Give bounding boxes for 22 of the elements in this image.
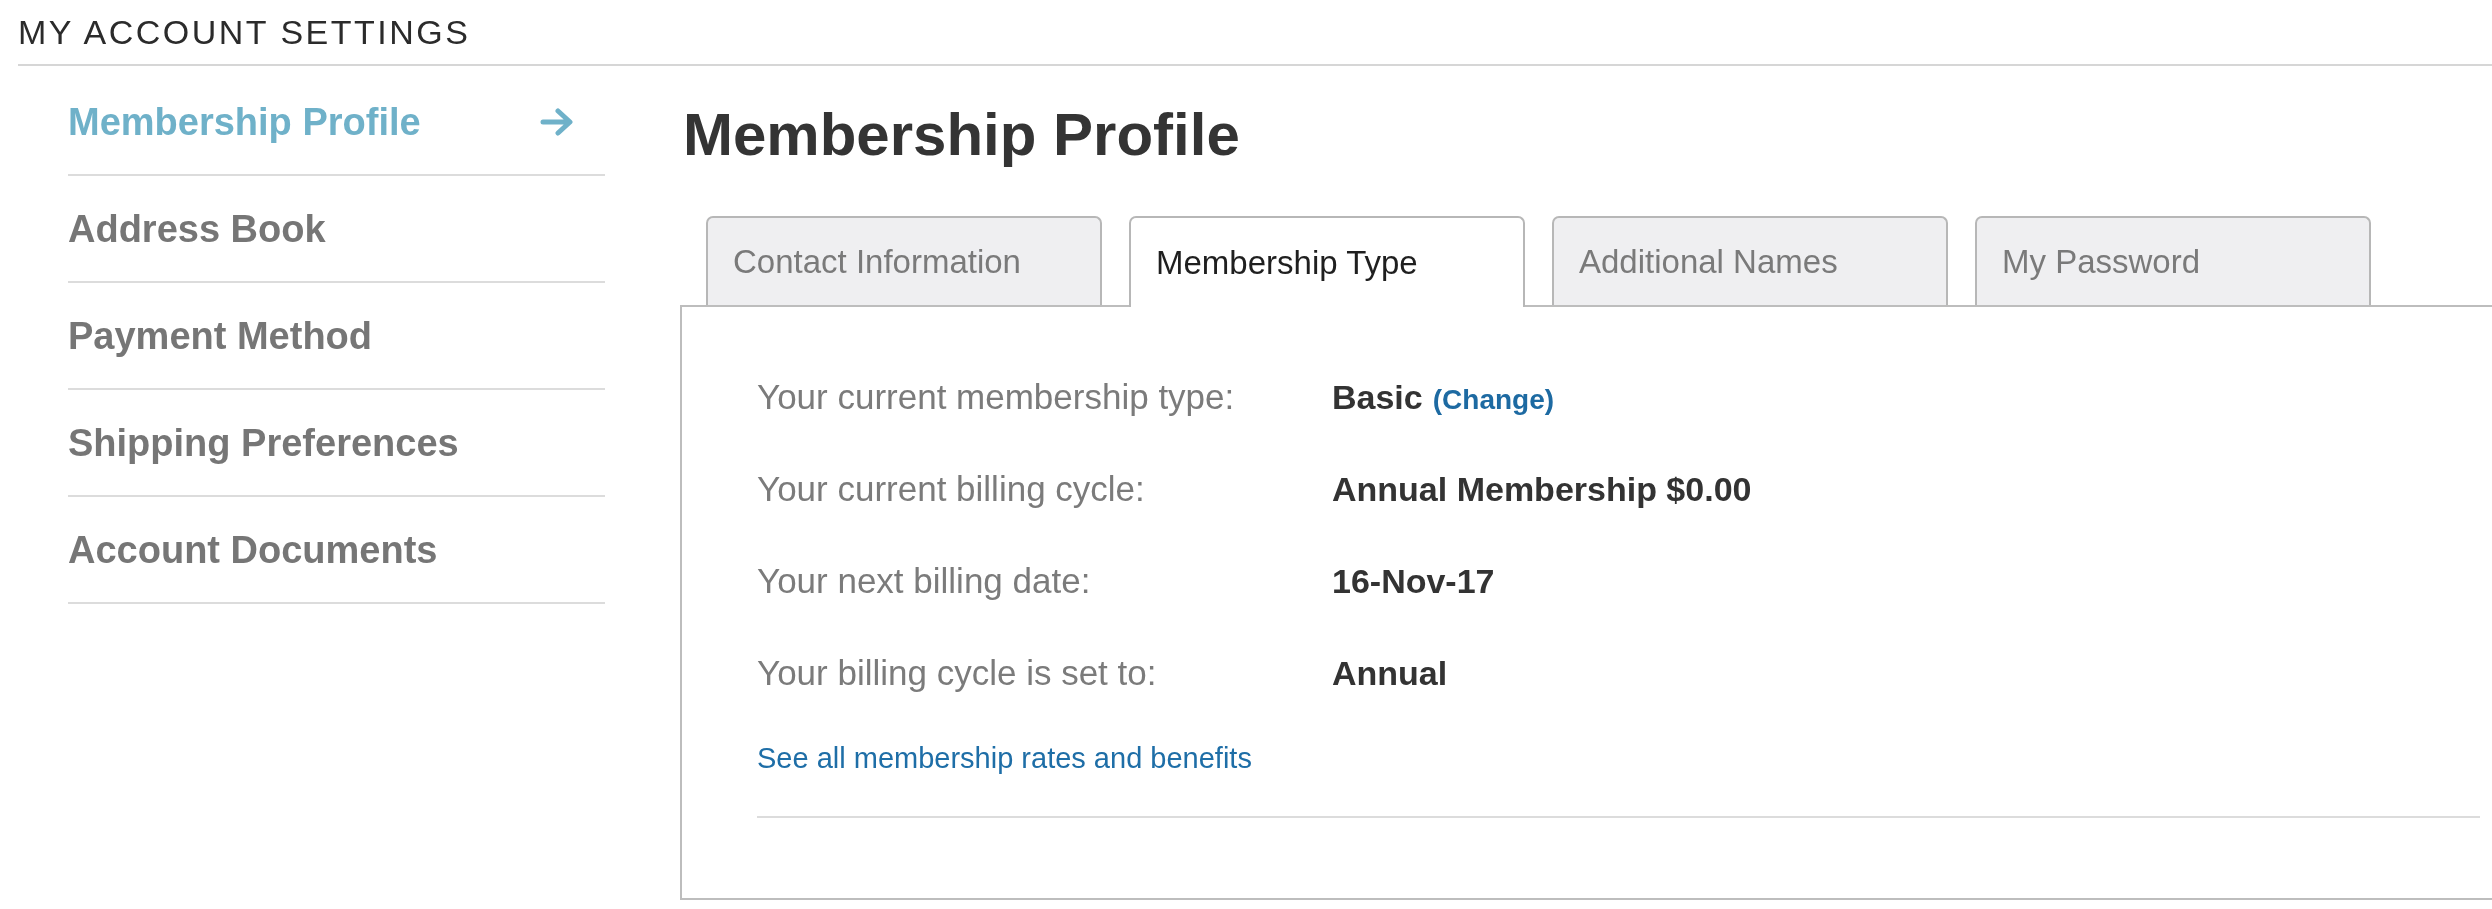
field-value: Basic bbox=[1332, 377, 1423, 417]
tab[interactable]: Contact Information bbox=[706, 216, 1102, 305]
sidebar-item[interactable]: Payment Method bbox=[68, 312, 373, 359]
field-value: Annual bbox=[1332, 653, 1448, 693]
sidebar-item[interactable]: Membership Profile bbox=[68, 98, 421, 145]
tab[interactable]: Membership Type bbox=[1129, 216, 1525, 307]
field-label: Your current billing cycle: bbox=[757, 469, 1145, 509]
arrow-icon bbox=[540, 107, 574, 136]
page-heading: Membership Profile bbox=[683, 100, 1240, 170]
field-value: Annual Membership $0.00 bbox=[1332, 469, 1752, 509]
field-label: Your current membership type: bbox=[757, 377, 1235, 417]
change-link[interactable]: (Change) bbox=[1432, 383, 1555, 416]
field-value: 16-Nov-17 bbox=[1332, 561, 1495, 601]
field-label: Your billing cycle is set to: bbox=[757, 653, 1157, 693]
page-title: MY ACCOUNT SETTINGS bbox=[18, 12, 471, 52]
sidebar-item[interactable]: Address Book bbox=[68, 205, 326, 252]
rates-link[interactable]: See all membership rates and benefits bbox=[757, 738, 1252, 778]
sidebar-item[interactable]: Shipping Preferences bbox=[68, 419, 459, 466]
field-label: Your next billing date: bbox=[757, 561, 1091, 601]
tab[interactable]: Additional Names bbox=[1552, 216, 1948, 305]
sidebar-item[interactable]: Account Documents bbox=[68, 526, 438, 573]
tab[interactable]: My Password bbox=[1975, 216, 2371, 305]
